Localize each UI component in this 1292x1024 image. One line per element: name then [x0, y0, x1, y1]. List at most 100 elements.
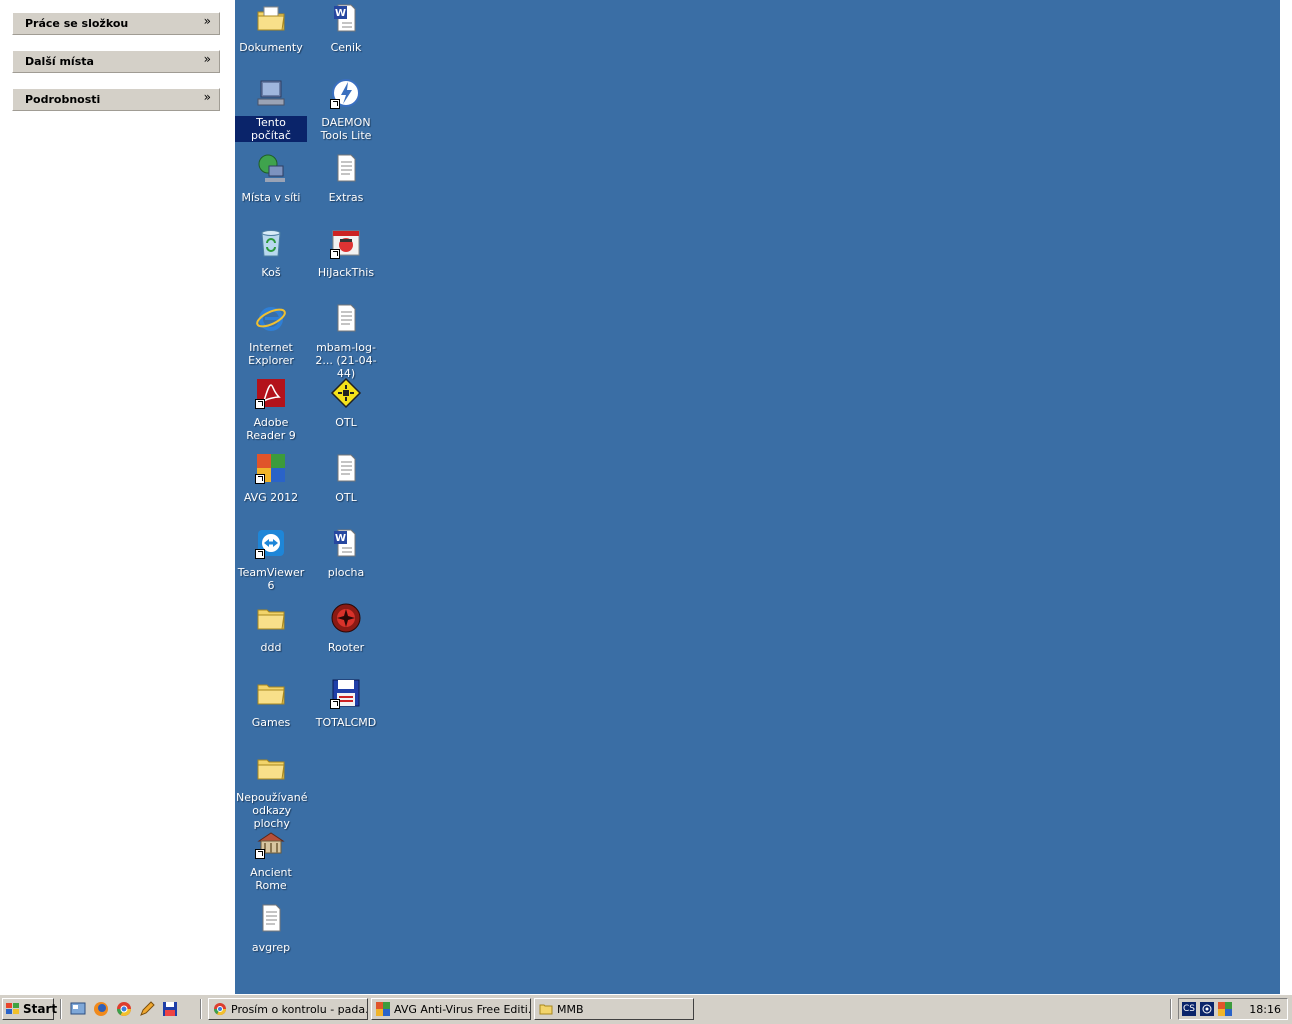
icon-label: Místa v síti — [241, 191, 301, 204]
network-places-icon — [255, 152, 287, 184]
svg-text:W: W — [335, 533, 346, 544]
teamviewer-icon — [255, 527, 287, 559]
taskbar: Start Prosím o kontrolu - pada... AVG An… — [0, 994, 1292, 1024]
icon-label: Nepoužívané odkazy plochy — [236, 791, 308, 830]
icon-label: mbam-log-2... (21-04-44) — [315, 341, 377, 380]
chevron-down-icon[interactable]: » — [204, 52, 211, 66]
avg-icon — [376, 1002, 390, 1016]
icon-label: avgrep — [251, 941, 291, 954]
otl-icon — [330, 377, 362, 409]
icon-label: ddd — [260, 641, 282, 654]
word-document-icon: W — [330, 2, 362, 34]
start-label: Start — [23, 1002, 58, 1016]
icon-label: OTL — [335, 416, 357, 429]
text-file-icon — [255, 902, 287, 934]
desktop-icon-cenik[interactable]: W Cenik — [310, 2, 382, 54]
icon-label: TeamViewer 6 — [237, 566, 305, 592]
icon-label: HiJackThis — [317, 266, 375, 279]
shortcut-arrow-icon — [255, 849, 265, 859]
desktop-icon-hijackthis[interactable]: HiJackThis — [310, 227, 382, 279]
shortcut-arrow-icon — [255, 474, 265, 484]
icon-label: DAEMON Tools Lite — [320, 116, 372, 142]
desktop-icon-ie[interactable]: Internet Explorer — [235, 302, 307, 367]
desktop-icon-plocha[interactable]: W plocha — [310, 527, 382, 579]
desktop-icon-adobe-reader[interactable]: Adobe Reader 9 — [235, 377, 307, 442]
icon-label: Dokumenty — [239, 41, 303, 54]
firefox-icon[interactable] — [93, 1001, 109, 1017]
totalcmd-icon — [330, 677, 362, 709]
icon-label: Tento počítač — [235, 116, 307, 142]
start-button[interactable]: Start — [2, 998, 58, 1020]
language-indicator[interactable]: CS — [1182, 1002, 1196, 1016]
rooter-icon — [330, 602, 362, 634]
shortcut-arrow-icon — [330, 99, 340, 109]
desktop-icon-otl-exe[interactable]: OTL — [310, 377, 382, 429]
explorer-task-pane: Práce se složkou » Další místa » Podrobn… — [0, 0, 235, 994]
recycle-bin-icon — [255, 227, 287, 259]
task-label: MMB — [557, 1003, 584, 1016]
desktop-icon-ancient-rome[interactable]: Ancient Rome — [235, 827, 307, 892]
desktop-icon-rooter[interactable]: Rooter — [310, 602, 382, 654]
desktop-icon-extras[interactable]: Extras — [310, 152, 382, 204]
shortcut-arrow-icon — [255, 549, 265, 559]
ancient-rome-icon — [255, 827, 287, 859]
icon-label: Koš — [261, 266, 281, 279]
internet-explorer-icon — [255, 302, 287, 334]
desktop-icon-teamviewer[interactable]: TeamViewer 6 — [235, 527, 307, 592]
task-mmb-folder[interactable]: MMB — [534, 998, 694, 1020]
icon-label: OTL — [335, 491, 357, 504]
icon-label: Cenik — [330, 41, 362, 54]
icon-label: AVG 2012 — [243, 491, 299, 504]
desktop-icon-unused-shortcuts[interactable]: Nepoužívané odkazy plochy — [235, 752, 308, 830]
text-file-icon — [330, 452, 362, 484]
shortcut-arrow-icon — [330, 699, 340, 709]
folder-icon — [255, 677, 287, 709]
svg-text:W: W — [335, 8, 346, 19]
desktop-icon-otl-txt[interactable]: OTL — [310, 452, 382, 504]
desktop-icon-games[interactable]: Games — [235, 677, 307, 729]
taskbar-separator — [60, 999, 62, 1019]
desktop-icon-ddd[interactable]: ddd — [235, 602, 307, 654]
text-file-icon — [330, 152, 362, 184]
network-status-icon[interactable] — [1200, 1002, 1214, 1016]
desktop-icon-documents[interactable]: Dokumenty — [235, 2, 307, 54]
shortcut-arrow-icon — [330, 249, 340, 259]
icon-label: Rooter — [327, 641, 365, 654]
chevron-down-icon[interactable]: » — [204, 14, 211, 28]
daemon-tools-icon — [330, 77, 362, 109]
clock[interactable]: 18:16 — [1249, 1003, 1281, 1016]
show-desktop-icon[interactable] — [70, 1001, 86, 1017]
folder-icon — [539, 1002, 553, 1016]
folder-icon — [255, 752, 287, 784]
window-edge — [1280, 0, 1292, 994]
chevron-down-icon[interactable]: » — [204, 90, 211, 104]
shortcut-arrow-icon — [255, 399, 265, 409]
icon-label: Internet Explorer — [248, 341, 294, 367]
icon-label: plocha — [327, 566, 365, 579]
desktop-icon-network[interactable]: Místa v síti — [235, 152, 307, 204]
avg-icon — [255, 452, 287, 484]
panel-other-places[interactable]: Další místa » — [12, 50, 220, 73]
desktop-icon-avgrep[interactable]: avgrep — [235, 902, 307, 954]
desktop-icon-my-computer[interactable]: Tento počítač — [235, 77, 307, 142]
task-avg-window[interactable]: AVG Anti-Virus Free Editi... — [371, 998, 531, 1020]
desktop-icon-recycle-bin[interactable]: Koš — [235, 227, 307, 279]
task-chrome-window[interactable]: Prosím o kontrolu - pada... — [208, 998, 368, 1020]
desktop-icon-totalcmd[interactable]: TOTALCMD — [310, 677, 382, 729]
avg-tray-icon[interactable] — [1218, 1002, 1232, 1016]
desktop[interactable]: Dokumenty Tento počítač Místa v síti Koš… — [235, 0, 1280, 994]
task-label: Prosím o kontrolu - pada... — [231, 1003, 368, 1016]
desktop-icon-avg[interactable]: AVG 2012 — [235, 452, 307, 504]
icon-label: Games — [251, 716, 291, 729]
panel-folder-tasks[interactable]: Práce se složkou » — [12, 12, 220, 35]
text-file-icon — [330, 302, 362, 334]
desktop-icon-mbam-log[interactable]: mbam-log-2... (21-04-44) — [310, 302, 382, 380]
icon-label: Extras — [328, 191, 364, 204]
chrome-icon[interactable] — [116, 1001, 132, 1017]
panel-details[interactable]: Podrobnosti » — [12, 88, 220, 111]
pencil-icon[interactable] — [139, 1001, 155, 1017]
desktop-icon-daemon-tools[interactable]: DAEMON Tools Lite — [310, 77, 382, 142]
floppy-icon[interactable] — [162, 1001, 178, 1017]
word-document-icon: W — [330, 527, 362, 559]
folder-documents-icon — [255, 2, 287, 34]
